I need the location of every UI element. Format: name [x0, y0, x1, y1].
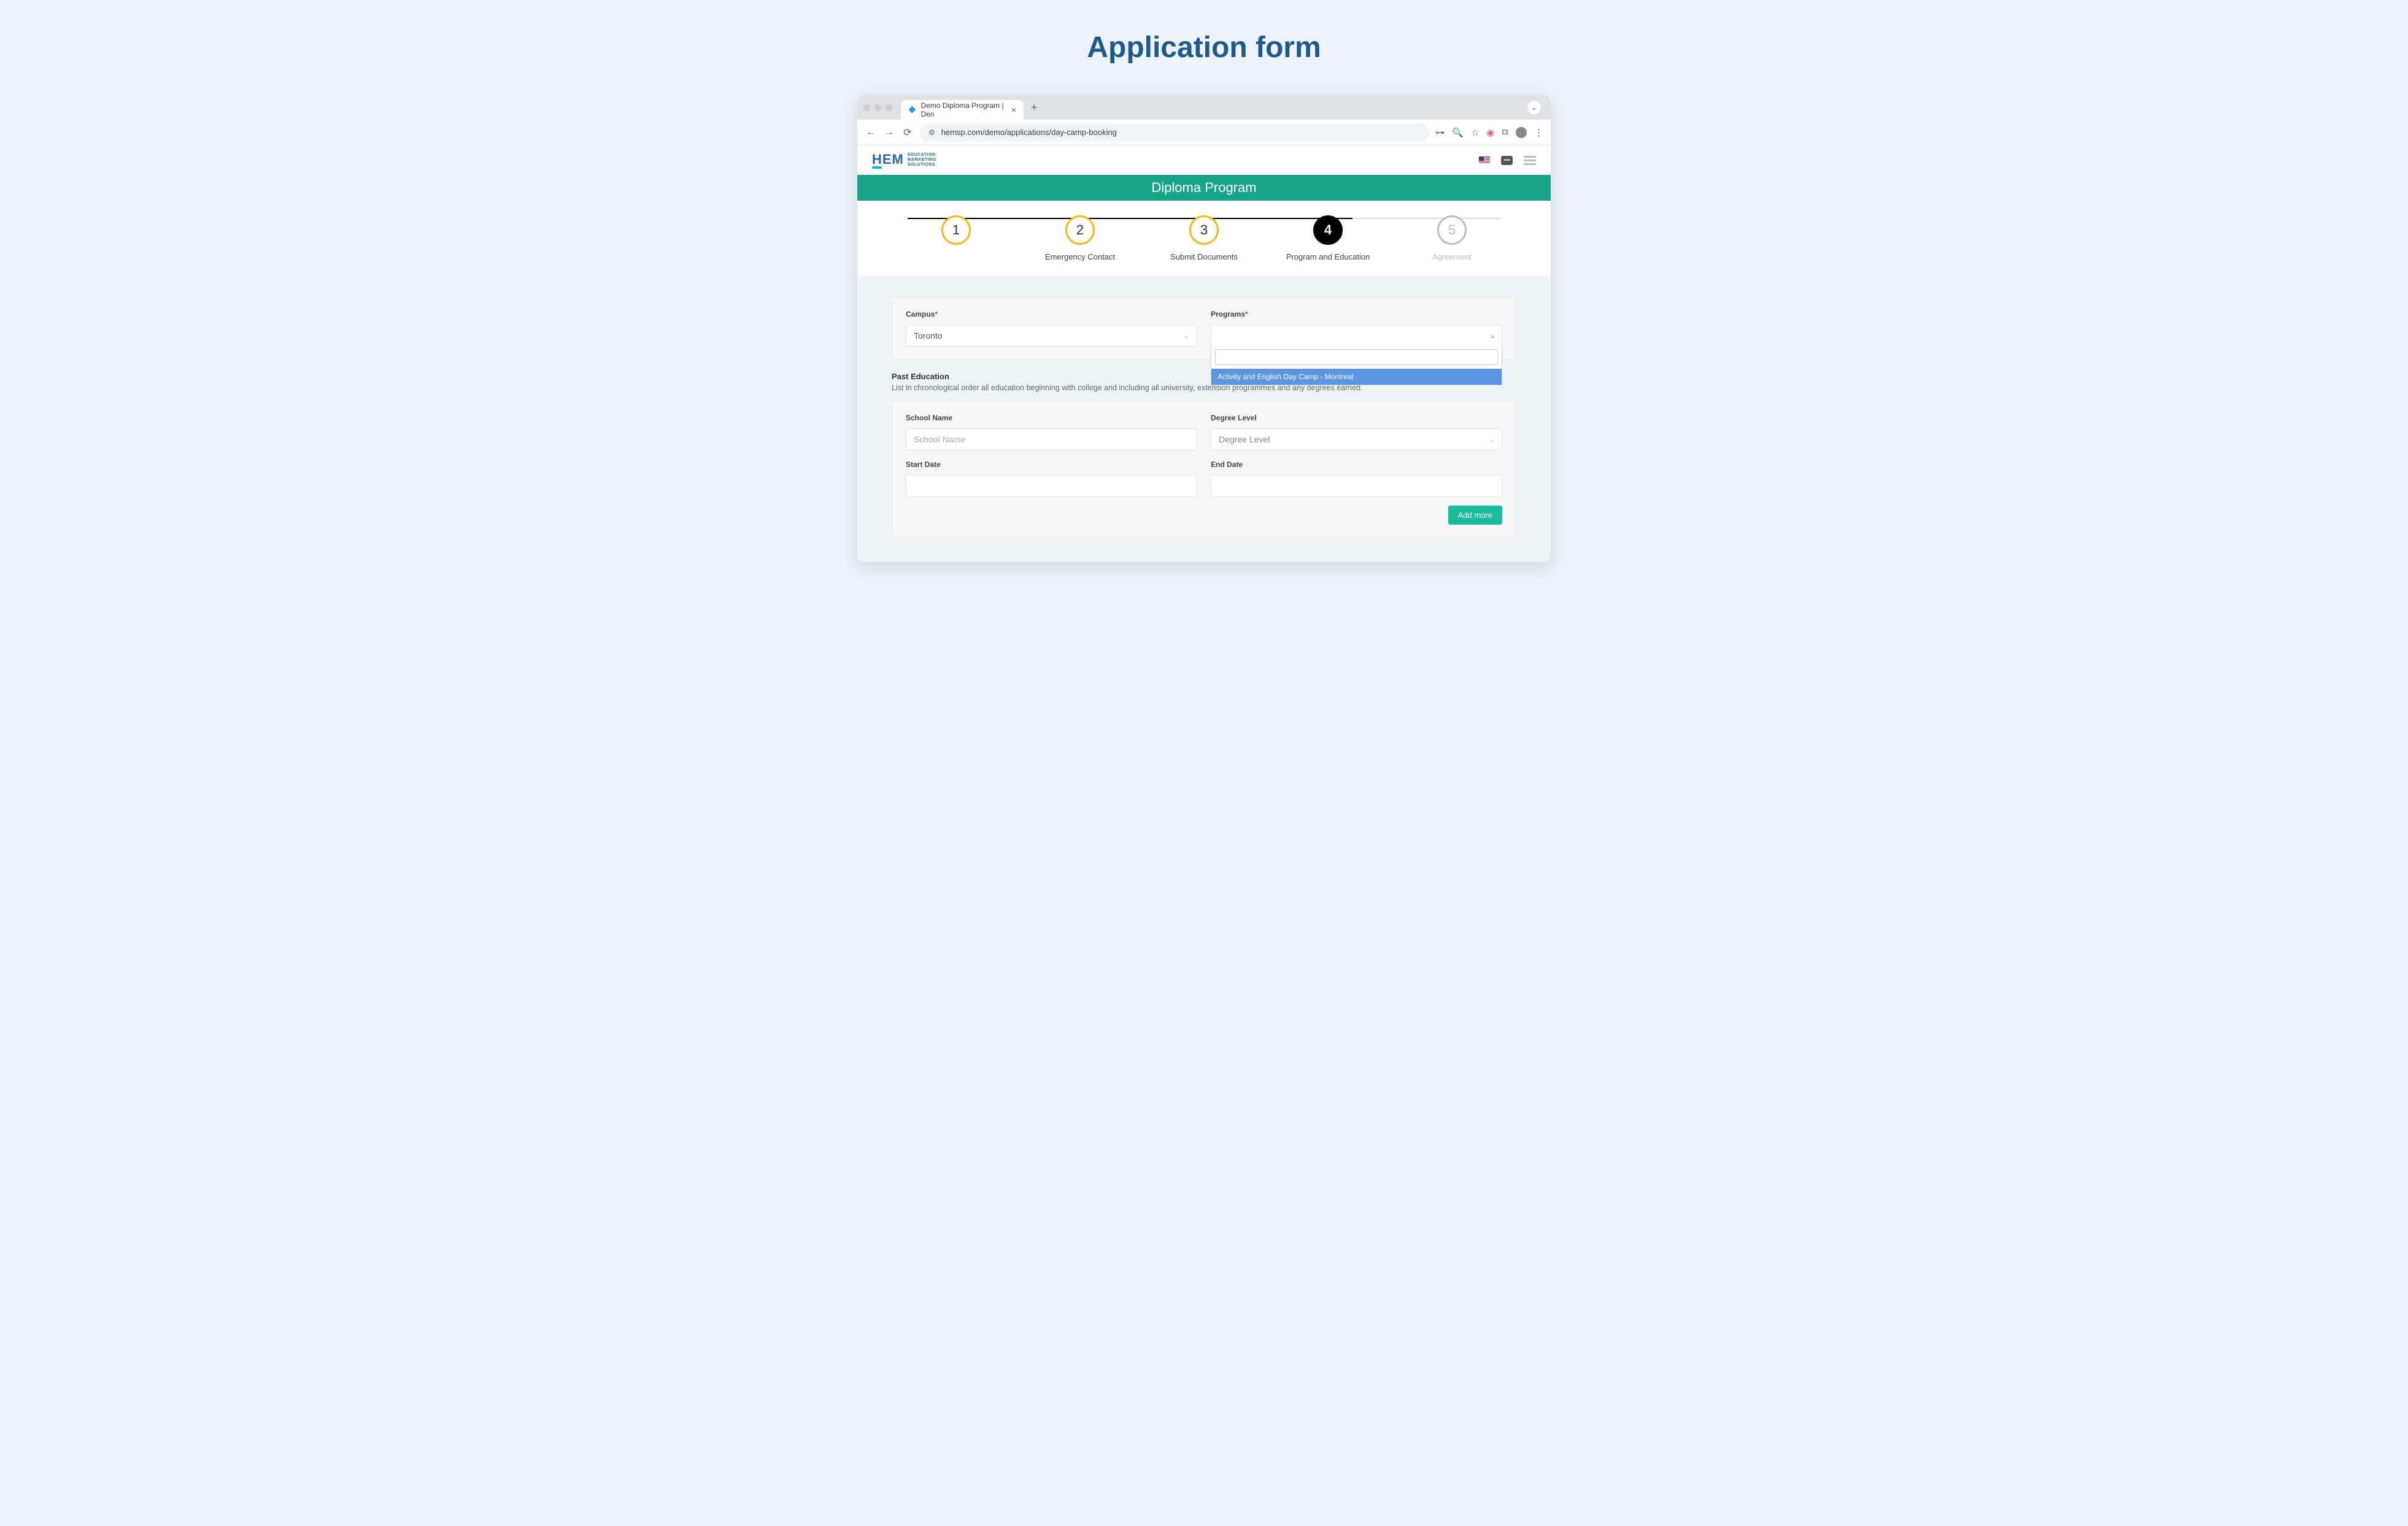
end-date-label: End Date	[1211, 460, 1502, 469]
programs-select[interactable]: ▴	[1211, 325, 1502, 347]
step-3[interactable]: 3 Submit Documents	[1142, 215, 1266, 261]
step-circle: 2	[1065, 215, 1095, 245]
kebab-menu-icon[interactable]: ⋮	[1534, 127, 1543, 138]
window-controls	[863, 104, 892, 111]
step-2[interactable]: 2 Emergency Contact	[1018, 215, 1142, 261]
address-bar: ← → ⟳ ⚙ hemsp.com/demo/applications/day-…	[857, 120, 1551, 145]
campus-label: Campus*	[906, 310, 1197, 318]
programs-search-input[interactable]	[1215, 349, 1498, 365]
stepper: 1 2 Emergency Contact 3 Submit Documents…	[857, 201, 1551, 261]
programs-dropdown: Activity and English Day Camp - Montreal	[1211, 345, 1502, 385]
close-icon[interactable]: ×	[1011, 105, 1016, 115]
traffic-light-close[interactable]	[863, 104, 870, 111]
past-education-panel: School Name Degree Level Degree Level ⌄ …	[892, 401, 1516, 538]
traffic-light-max[interactable]	[886, 104, 892, 111]
form-area: Campus* Toronto ⌄ Programs* ▴	[857, 276, 1551, 562]
new-tab-button[interactable]: +	[1031, 95, 1038, 120]
step-5: 5 Agreement	[1390, 215, 1514, 261]
tab-favicon: 🔷	[908, 106, 916, 114]
tab-title: Demo Diploma Program | Den	[920, 101, 1006, 118]
traffic-light-min[interactable]	[874, 104, 881, 111]
program-banner: Diploma Program	[857, 175, 1551, 201]
reload-button[interactable]: ⟳	[901, 126, 914, 139]
page-heading: Application form	[0, 31, 2408, 64]
flag-icon[interactable]	[1479, 156, 1490, 164]
app-logo[interactable]: HEM EDUCATION MARKETING SOLUTIONS	[872, 152, 936, 169]
url-field[interactable]: ⚙ hemsp.com/demo/applications/day-camp-b…	[920, 123, 1429, 142]
step-circle: 3	[1189, 215, 1219, 245]
browser-tab[interactable]: 🔷 Demo Diploma Program | Den ×	[901, 100, 1024, 120]
key-icon[interactable]: ⊶	[1435, 127, 1445, 138]
step-label: Agreement	[1432, 252, 1472, 261]
extensions-icon[interactable]: ⧉	[1502, 127, 1508, 137]
degree-level-label: Degree Level	[1211, 414, 1502, 422]
add-more-button[interactable]: Add more	[1448, 506, 1502, 525]
star-icon[interactable]: ☆	[1471, 127, 1479, 138]
step-circle: 1	[941, 215, 971, 245]
hamburger-icon[interactable]	[1524, 156, 1536, 165]
degree-level-select[interactable]: Degree Level ⌄	[1211, 428, 1502, 450]
chat-icon[interactable]: •••	[1501, 156, 1513, 165]
chevron-down-icon: ⌄	[1184, 332, 1189, 340]
browser-tab-strip: 🔷 Demo Diploma Program | Den × + ⌄	[857, 95, 1551, 120]
site-settings-icon[interactable]: ⚙	[928, 128, 935, 137]
campus-value: Toronto	[914, 331, 943, 341]
programs-label: Programs*	[1211, 310, 1502, 318]
start-date-label: Start Date	[906, 460, 1197, 469]
forward-button[interactable]: →	[883, 127, 895, 138]
fingerprint-icon[interactable]: ◉	[1486, 127, 1494, 138]
end-date-input[interactable]	[1211, 475, 1502, 497]
step-circle: 4	[1313, 215, 1343, 245]
zoom-icon[interactable]: 🔍	[1452, 127, 1464, 138]
degree-placeholder: Degree Level	[1219, 434, 1270, 444]
profile-avatar[interactable]	[1516, 127, 1527, 138]
campus-programs-panel: Campus* Toronto ⌄ Programs* ▴	[892, 297, 1516, 360]
step-label: Emergency Contact	[1045, 252, 1115, 261]
logo-text: HEM	[872, 152, 904, 169]
step-label: Program and Education	[1286, 252, 1370, 261]
step-1[interactable]: 1	[894, 215, 1018, 252]
tabs-overflow-button[interactable]: ⌄	[1527, 101, 1541, 114]
logo-subtext: EDUCATION MARKETING SOLUTIONS	[908, 153, 936, 167]
campus-select[interactable]: Toronto ⌄	[906, 325, 1197, 347]
chevron-down-icon: ⌄	[1489, 436, 1494, 444]
back-button[interactable]: ←	[865, 127, 877, 138]
school-name-input[interactable]	[906, 428, 1197, 450]
start-date-input[interactable]	[906, 475, 1197, 497]
url-text: hemsp.com/demo/applications/day-camp-boo…	[941, 128, 1117, 137]
browser-window: 🔷 Demo Diploma Program | Den × + ⌄ ← → ⟳…	[857, 95, 1551, 562]
step-4[interactable]: 4 Program and Education	[1266, 215, 1390, 261]
school-name-label: School Name	[906, 414, 1197, 422]
app-header: HEM EDUCATION MARKETING SOLUTIONS •••	[857, 145, 1551, 175]
chevron-up-icon: ▴	[1491, 332, 1494, 340]
step-circle: 5	[1437, 215, 1467, 245]
step-label: Submit Documents	[1170, 252, 1238, 261]
programs-option[interactable]: Activity and English Day Camp - Montreal	[1211, 369, 1502, 385]
